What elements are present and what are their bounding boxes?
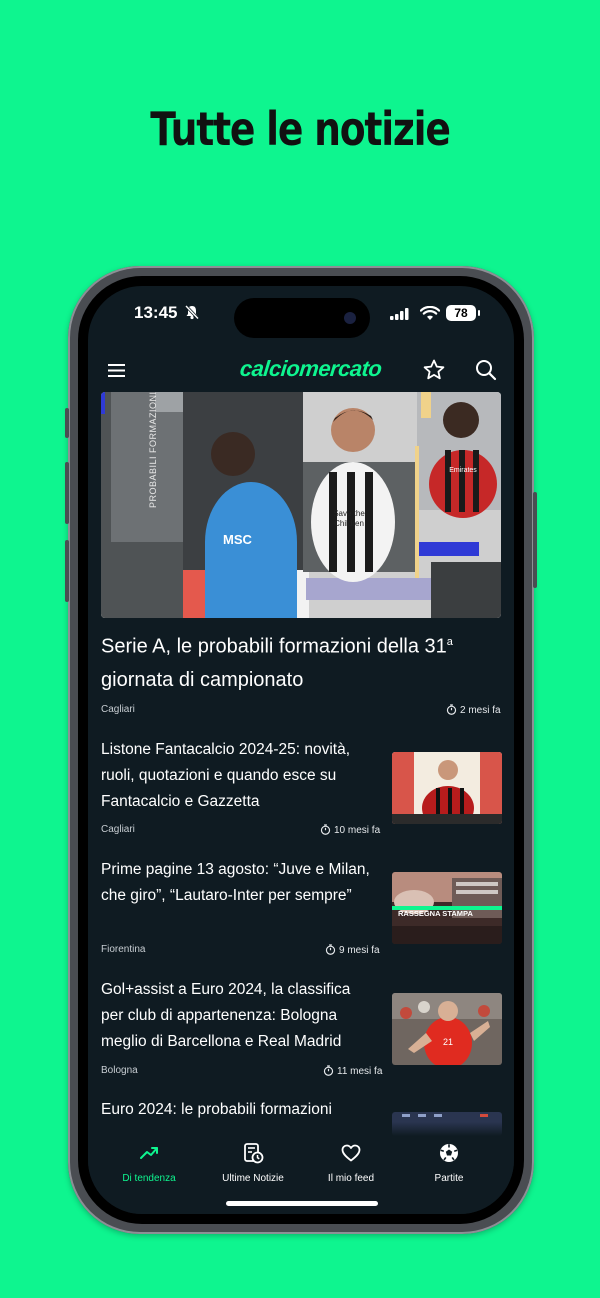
- hero-image-graphic: Save the Children MSC Emirates: [101, 392, 501, 618]
- tab-label: Il mio feed: [327, 1173, 375, 1184]
- cellular-signal-icon: [390, 308, 409, 320]
- hero-tag[interactable]: Cagliari: [101, 704, 135, 715]
- phone-frame: 13:45 78 calciomercato Save the Children…: [65, 266, 537, 1234]
- article-tag[interactable]: Cagliari: [101, 824, 135, 835]
- app-logo: calciomercato: [238, 356, 383, 381]
- volume-down-button: [65, 540, 69, 602]
- trending-icon: [140, 1147, 158, 1159]
- svg-text:Children: Children: [334, 519, 364, 528]
- hero-time: 2 mesi fa: [446, 704, 501, 716]
- promo-headline: Tutte le notizie: [150, 102, 451, 156]
- article-time-text: 10 mesi fa: [334, 825, 381, 836]
- tab-label: Partite: [434, 1173, 464, 1184]
- tab-ultime-notizie[interactable]: Ultime Notizie: [200, 1142, 306, 1184]
- bell-muted-icon: [184, 304, 200, 320]
- battery-indicator: 78: [446, 305, 476, 321]
- status-time: 13:45: [134, 303, 178, 322]
- article-thumbnail[interactable]: [392, 752, 502, 824]
- timer-icon: [325, 944, 336, 955]
- hero-title-main: Serie A, le probabili formazioni della 3…: [101, 635, 447, 658]
- menu-icon[interactable]: [108, 362, 126, 378]
- tab-di-tendenza[interactable]: Di tendenza: [96, 1142, 202, 1184]
- article-title[interactable]: Gol+assist a Euro 2024, la classifica pe…: [101, 977, 371, 1055]
- timer-icon: [320, 824, 331, 835]
- tab-label: Di tendenza: [122, 1173, 176, 1184]
- article-thumbnail[interactable]: RASSEGNA STAMPA: [392, 872, 502, 944]
- hero-time-text: 2 mesi fa: [460, 705, 501, 716]
- app-screen: 13:45 78 calciomercato Save the Children…: [88, 286, 514, 1214]
- tab-label: Ultime Notizie: [222, 1173, 284, 1184]
- app-bar: calciomercato: [88, 346, 514, 398]
- article-title[interactable]: Listone Fantacalcio 2024-25: novità, ruo…: [101, 737, 371, 815]
- article-thumbnail[interactable]: 21: [392, 993, 502, 1065]
- mute-switch: [65, 408, 69, 438]
- battery-tip: [478, 310, 480, 316]
- article-tag[interactable]: Fiorentina: [101, 944, 145, 955]
- list-fade: [88, 1122, 514, 1136]
- volume-up-button: [65, 462, 69, 524]
- home-indicator[interactable]: [226, 1201, 378, 1206]
- article-time: 11 mesi fa: [323, 1065, 382, 1077]
- thumbnail-graphic: 21: [392, 993, 502, 1065]
- hero-title-rest: giornata di campionato: [101, 668, 304, 691]
- timer-icon: [323, 1065, 334, 1076]
- soccer-ball-icon: [440, 1144, 458, 1162]
- article-title[interactable]: Prime pagine 13 agosto: “Juve e Milan, c…: [101, 857, 371, 909]
- article-time-text: 11 mesi fa: [337, 1066, 383, 1077]
- svg-text:Save the: Save the: [333, 509, 365, 518]
- hero-title-sup: a: [446, 636, 453, 648]
- thumbnail-graphic: [392, 752, 502, 824]
- hero-article-title[interactable]: Serie A, le probabili formazioni della 3…: [101, 626, 491, 697]
- tab-partite[interactable]: Partite: [396, 1142, 502, 1184]
- svg-text:21: 21: [443, 1037, 453, 1047]
- search-icon[interactable]: [474, 358, 498, 382]
- timer-icon: [446, 704, 457, 715]
- thumbnail-graphic: [392, 872, 502, 944]
- hero-image-caption: PROBABILI FORMAZIONI: [148, 392, 158, 508]
- article-time: 10 mesi fa: [320, 824, 380, 836]
- power-button: [533, 492, 537, 588]
- article-time-text: 9 mesi fa: [339, 945, 380, 956]
- wifi-icon: [420, 306, 440, 320]
- article-time: 9 mesi fa: [325, 944, 380, 956]
- heart-icon: [341, 1144, 361, 1162]
- svg-text:Emirates: Emirates: [449, 467, 477, 474]
- hero-article-image[interactable]: Save the Children MSC Emirates PROBABILI…: [101, 392, 501, 618]
- tab-il-mio-feed[interactable]: Il mio feed: [298, 1142, 404, 1184]
- svg-text:MSC: MSC: [223, 532, 253, 547]
- article-title[interactable]: Euro 2024: le probabili formazioni: [101, 1097, 371, 1123]
- latest-news-icon: [244, 1143, 264, 1164]
- star-icon[interactable]: [422, 358, 446, 382]
- thumbnail-label: RASSEGNA STAMPA: [398, 909, 473, 918]
- article-tag[interactable]: Bologna: [101, 1065, 138, 1076]
- dynamic-island: [234, 298, 370, 338]
